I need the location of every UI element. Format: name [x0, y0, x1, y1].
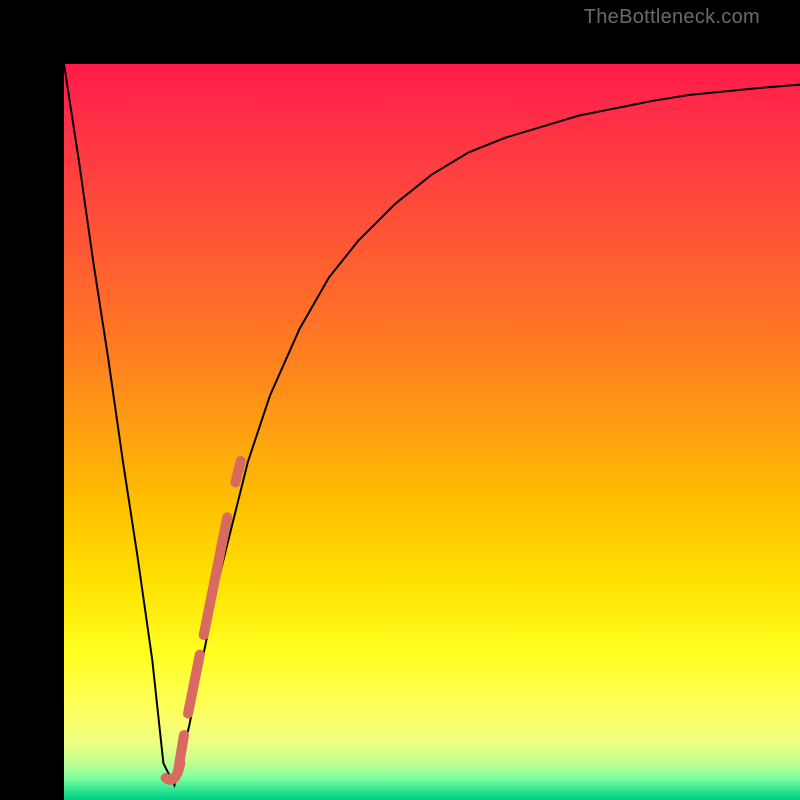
bottleneck-curve [64, 64, 800, 785]
watermark-text: TheBottleneck.com [584, 6, 760, 29]
curve-svg [64, 64, 800, 800]
highlight-segment [166, 447, 245, 780]
chart-frame [0, 0, 800, 800]
plot-area [64, 64, 800, 800]
